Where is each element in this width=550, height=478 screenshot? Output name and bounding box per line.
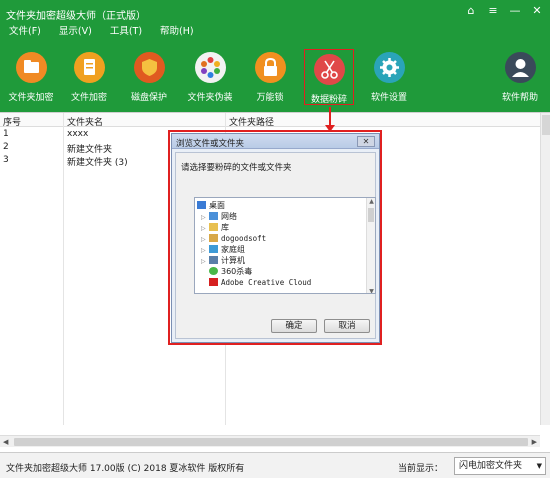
gear-icon: [373, 52, 405, 83]
toolbar-universal-lock[interactable]: 万能锁: [239, 52, 301, 103]
menu-icon[interactable]: ≡: [484, 3, 502, 19]
scroll-right-icon[interactable]: ▶: [532, 436, 537, 448]
toolbar-data-shred[interactable]: 数据粉碎: [304, 49, 354, 105]
lock-icon: [254, 52, 286, 83]
toolbar-help[interactable]: 软件帮助: [489, 52, 550, 103]
tree-item[interactable]: ▷ 库: [201, 222, 229, 233]
tree-item[interactable]: ▷ 计算机: [201, 255, 245, 266]
toolbar-settings[interactable]: 软件设置: [358, 52, 420, 103]
tree-item[interactable]: ▷ 家庭组: [201, 244, 245, 255]
dialog-titlebar[interactable]: 浏览文件或文件夹 ✕: [172, 134, 379, 149]
scroll-down-icon[interactable]: ▼: [367, 288, 375, 293]
minimize-icon[interactable]: —: [506, 3, 524, 19]
ok-button[interactable]: 确定: [271, 319, 317, 333]
dialog-prompt: 请选择要粉碎的文件或文件夹: [181, 163, 292, 173]
cancel-button[interactable]: 取消: [324, 319, 370, 333]
tree-item[interactable]: ▷ dogoodsoft: [201, 233, 266, 244]
chevron-down-icon: ▼: [536, 462, 542, 470]
col-name[interactable]: 文件夹名: [67, 115, 103, 128]
tree-item[interactable]: ▷ 网络: [201, 211, 237, 222]
menu-help[interactable]: 帮助(H): [151, 25, 203, 39]
menu-tools[interactable]: 工具(T): [101, 25, 151, 39]
expand-icon[interactable]: ▷: [201, 256, 209, 267]
file-icon: [73, 52, 105, 83]
toolbar-folder-disguise[interactable]: 文件夹伪装: [179, 52, 241, 103]
network-icon: [209, 212, 218, 220]
current-view-select[interactable]: 闪电加密文件夹 ▼: [454, 457, 546, 475]
browse-dialog: 浏览文件或文件夹 ✕ 请选择要粉碎的文件或文件夹 桌面 ▷ 网络 ▷ 库 ▷ dogo…: [171, 133, 380, 343]
horizontal-scrollbar[interactable]: ◀ ▶: [0, 435, 540, 447]
antivirus-icon: [209, 267, 218, 275]
close-icon[interactable]: ✕: [528, 3, 546, 19]
current-view-label: 当前显示：: [398, 464, 444, 474]
dialog-close-icon[interactable]: ✕: [357, 136, 375, 147]
tree-scrollbar[interactable]: ▲ ▼: [366, 198, 375, 293]
shield-icon: [133, 52, 165, 83]
window-controls: ⌂ ≡ — ✕: [462, 3, 546, 19]
adobe-cc-icon: [209, 278, 218, 286]
app-header: 文件夹加密超级大师（正式版） ⌂ ≡ — ✕ 文件(F) 显示(V) 工具(T)…: [0, 0, 550, 112]
menu-bar: 文件(F) 显示(V) 工具(T) 帮助(H): [0, 25, 203, 39]
toolbar-disk-protect[interactable]: 磁盘保护: [118, 52, 180, 103]
desktop-icon: [197, 201, 206, 209]
user-folder-icon: [209, 234, 218, 242]
folder-tree[interactable]: 桌面 ▷ 网络 ▷ 库 ▷ dogoodsoft ▷ 家庭组 ▷ 计算机 360杀毒 Ad…: [194, 197, 376, 294]
col-path[interactable]: 文件夹路径: [229, 115, 274, 128]
palette-icon: [194, 52, 226, 83]
library-icon: [209, 223, 218, 231]
homegroup-icon: [209, 245, 218, 253]
toolbar-file-encrypt[interactable]: 文件加密: [58, 52, 120, 103]
user-icon: [504, 52, 536, 83]
copyright-text: 文件夹加密超级大师 17.00版 (C) 2018 夏冰软件 版权所有: [6, 464, 245, 474]
annotation-arrow: [329, 107, 331, 127]
vertical-scrollbar[interactable]: [540, 113, 550, 425]
folder-icon: [15, 52, 47, 83]
menu-view[interactable]: 显示(V): [50, 25, 101, 39]
col-no[interactable]: 序号: [3, 115, 21, 128]
dialog-title: 浏览文件或文件夹: [176, 139, 245, 149]
scissors-icon: [313, 54, 345, 85]
scroll-up-icon[interactable]: ▲: [367, 198, 375, 205]
table-header: 序号 文件夹名 文件夹路径: [0, 113, 540, 128]
status-bar: 文件夹加密超级大师 17.00版 (C) 2018 夏冰软件 版权所有 当前显示…: [0, 452, 550, 478]
tree-item[interactable]: 360杀毒: [209, 266, 252, 277]
skin-icon[interactable]: ⌂: [462, 3, 480, 19]
toolbar-folder-encrypt[interactable]: 文件夹加密: [0, 52, 62, 103]
window-title: 文件夹加密超级大师（正式版）: [6, 11, 146, 22]
scroll-left-icon[interactable]: ◀: [3, 436, 8, 448]
tree-item[interactable]: 桌面: [197, 200, 225, 211]
tree-item[interactable]: Adobe Creative Cloud: [209, 277, 311, 288]
menu-file[interactable]: 文件(F): [0, 25, 50, 39]
computer-icon: [209, 256, 218, 264]
